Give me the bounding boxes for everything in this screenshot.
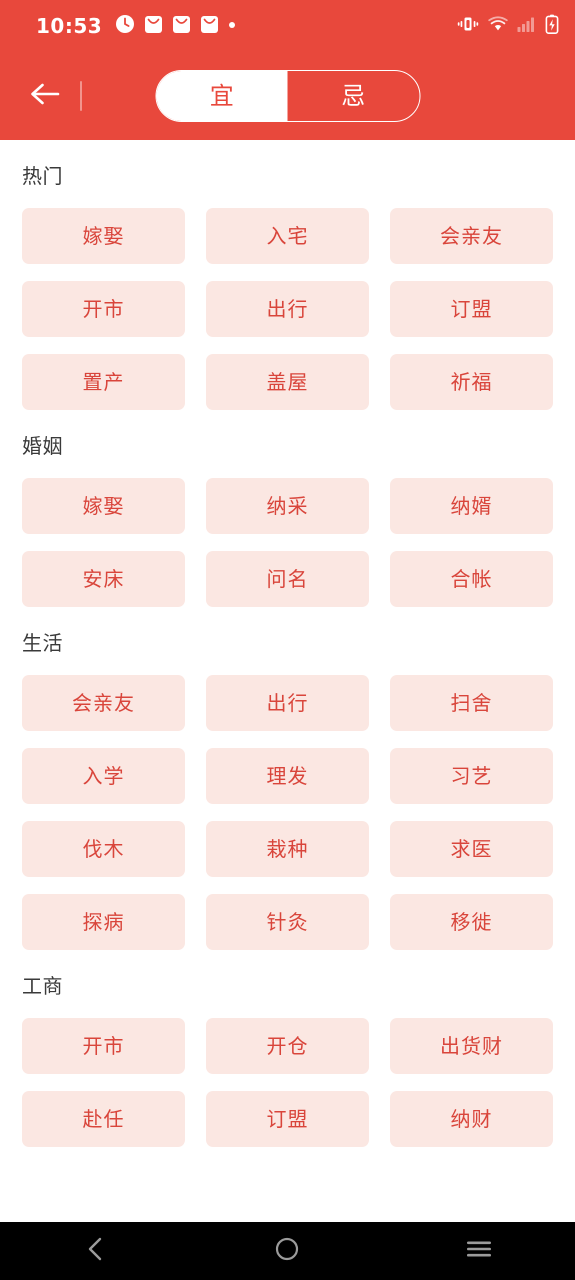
section-life: 生活 会亲友 出行 扫舍 入学 理发 习艺 伐木 栽种 求医 探病 针灸 移徙	[22, 607, 553, 950]
chip-item[interactable]: 嫁娶	[22, 208, 185, 264]
chip-item[interactable]: 出行	[206, 281, 369, 337]
chip-item[interactable]: 纳婿	[390, 478, 553, 534]
chip-item[interactable]: 扫舍	[390, 675, 553, 731]
chip-item[interactable]: 伐木	[22, 821, 185, 877]
chip-item[interactable]: 开仓	[206, 1018, 369, 1074]
chip-item[interactable]: 纳采	[206, 478, 369, 534]
yi-ji-toggle[interactable]: 宜 忌	[155, 70, 420, 122]
chip-item[interactable]: 入宅	[206, 208, 369, 264]
chip-item[interactable]: 赴任	[22, 1091, 185, 1147]
chip-grid: 嫁娶 入宅 会亲友 开市 出行 订盟 置产 盖屋 祈福	[22, 208, 553, 410]
status-bar-clock: 10:53	[36, 14, 103, 38]
chip-item[interactable]: 开市	[22, 281, 185, 337]
chip-item[interactable]: 盖屋	[206, 354, 369, 410]
wifi-icon	[488, 15, 508, 37]
chip-item[interactable]: 求医	[390, 821, 553, 877]
status-bar-system-icons	[457, 14, 559, 38]
chip-item[interactable]: 安床	[22, 551, 185, 607]
chip-item[interactable]: 合帐	[390, 551, 553, 607]
chip-item[interactable]: 纳财	[390, 1091, 553, 1147]
status-bar: 10:53	[0, 0, 575, 52]
tab-ji[interactable]: 忌	[288, 71, 420, 121]
section-title: 热门	[22, 164, 63, 188]
chip-grid: 开市 开仓 出货财 赴任 订盟 纳财	[22, 1018, 553, 1147]
chip-grid: 会亲友 出行 扫舍 入学 理发 习艺 伐木 栽种 求医 探病 针灸 移徙	[22, 675, 553, 950]
chip-item[interactable]: 订盟	[206, 1091, 369, 1147]
section-business: 工商 开市 开仓 出货财 赴任 订盟 纳财	[22, 950, 553, 1147]
chip-item[interactable]: 入学	[22, 748, 185, 804]
recents-nav-button[interactable]	[433, 1222, 525, 1280]
chip-grid: 嫁娶 纳采 纳婿 安床 问名 合帐	[22, 478, 553, 607]
status-bar-notification-icons	[115, 14, 236, 38]
chip-item[interactable]: 会亲友	[390, 208, 553, 264]
tab-yi[interactable]: 宜	[156, 71, 288, 121]
chip-item[interactable]: 出货财	[390, 1018, 553, 1074]
app-root: 10:53 宜 忌 热门 嫁娶 入宅 会亲友 开市 出行 订盟 置产 盖屋 祈福…	[0, 0, 575, 1280]
dot-icon	[228, 15, 236, 38]
section-marriage: 婚姻 嫁娶 纳采 纳婿 安床 问名 合帐	[22, 410, 553, 607]
home-nav-button[interactable]	[241, 1222, 333, 1280]
section-title: 生活	[22, 631, 63, 655]
chip-item[interactable]: 移徙	[390, 894, 553, 950]
message-icon	[144, 15, 163, 38]
android-navigation-bar	[0, 1222, 575, 1280]
chip-item[interactable]: 开市	[22, 1018, 185, 1074]
section-title: 婚姻	[22, 434, 63, 458]
chip-item[interactable]: 问名	[206, 551, 369, 607]
battery-charging-icon	[545, 14, 559, 38]
chevron-left-icon	[84, 1236, 108, 1266]
section-hot: 热门 嫁娶 入宅 会亲友 开市 出行 订盟 置产 盖屋 祈福	[22, 140, 553, 410]
app-header: 宜 忌	[0, 52, 575, 140]
chip-item[interactable]: 祈福	[390, 354, 553, 410]
chip-item[interactable]: 习艺	[390, 748, 553, 804]
header-divider	[80, 81, 82, 111]
vibrate-icon	[457, 15, 479, 37]
chip-item[interactable]: 会亲友	[22, 675, 185, 731]
chip-item[interactable]: 置产	[22, 354, 185, 410]
chip-item[interactable]: 探病	[22, 894, 185, 950]
chip-item[interactable]: 针灸	[206, 894, 369, 950]
message-icon	[200, 15, 219, 38]
chip-item[interactable]: 理发	[206, 748, 369, 804]
menu-icon	[465, 1238, 493, 1264]
arrow-left-icon	[29, 81, 63, 111]
message-icon	[172, 15, 191, 38]
back-button[interactable]	[24, 74, 68, 118]
chip-item[interactable]: 嫁娶	[22, 478, 185, 534]
clock-icon	[115, 14, 135, 38]
chip-item[interactable]: 出行	[206, 675, 369, 731]
back-nav-button[interactable]	[50, 1222, 142, 1280]
chip-item[interactable]: 栽种	[206, 821, 369, 877]
chip-item[interactable]: 订盟	[390, 281, 553, 337]
cellular-signal-icon	[517, 16, 536, 37]
content-scroll-area[interactable]: 热门 嫁娶 入宅 会亲友 开市 出行 订盟 置产 盖屋 祈福 婚姻 嫁娶 纳采 …	[0, 140, 575, 1280]
section-title: 工商	[22, 974, 63, 998]
circle-icon	[274, 1236, 300, 1266]
